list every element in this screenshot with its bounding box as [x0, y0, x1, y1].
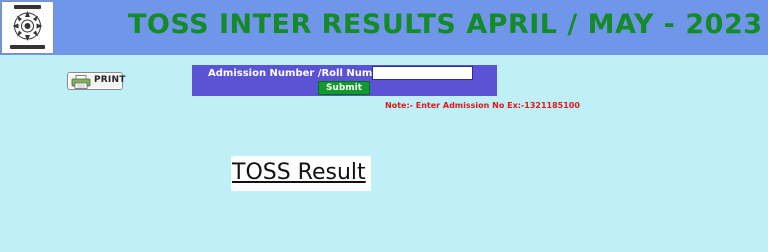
print-button[interactable]: PRINT: [67, 72, 126, 90]
printer-icon: [71, 74, 91, 89]
submit-button[interactable]: Submit: [318, 81, 370, 95]
page-header: TOSS INTER RESULTS APRIL / MAY - 2023: [0, 0, 768, 55]
admission-number-input[interactable]: [372, 66, 473, 80]
page-title: TOSS INTER RESULTS APRIL / MAY - 2023: [128, 9, 763, 40]
admission-number-label: Admission Number /Roll Number :: [208, 68, 399, 79]
toss-emblem-icon: [1, 1, 54, 54]
admission-form: Admission Number /Roll Number : Submit: [192, 65, 497, 96]
result-heading-box: TOSS Result: [231, 156, 371, 191]
admission-note: Note:- Enter Admission No Ex:-1321185100: [385, 101, 580, 110]
print-button-label: PRINT: [94, 75, 126, 85]
result-heading: TOSS Result: [232, 160, 366, 185]
